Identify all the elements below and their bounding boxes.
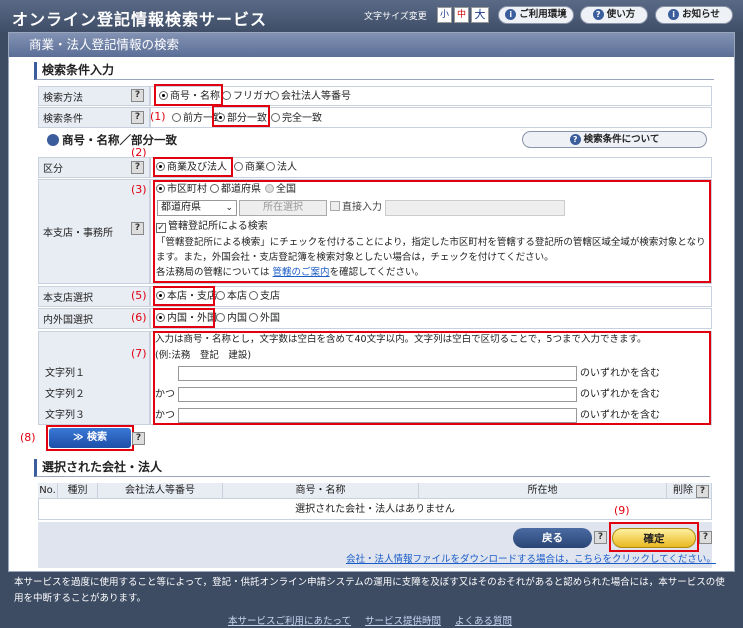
footer-link-hours[interactable]: サービス提供時間 — [365, 613, 441, 627]
info-icon: i — [668, 9, 680, 20]
delete-help-icon[interactable]: ? — [696, 485, 709, 498]
string-2-label: 文字列２ — [45, 389, 85, 400]
radio-icon — [216, 291, 225, 300]
marker-7: (7) — [131, 347, 147, 360]
kubun-option-commercial[interactable]: 商業 — [234, 161, 265, 174]
marker-6: (6) — [131, 311, 147, 324]
search-help-icon[interactable]: ? — [132, 432, 145, 445]
method-option-number[interactable]: 会社法人等番号 — [270, 90, 351, 103]
info-icon: i — [505, 9, 517, 20]
col-no: No. — [38, 483, 58, 499]
footer-link-faq[interactable]: よくある質問 — [455, 613, 512, 627]
footer-notice: 本サービスを過度に使用すること等によって，登記・供託オンライン申請システムの運用… — [14, 577, 725, 604]
method-help-icon[interactable]: ? — [131, 89, 144, 102]
radio-icon — [249, 291, 258, 300]
col-name: 商号・名称 — [223, 483, 419, 499]
method-option-kana[interactable]: フリガナ — [222, 90, 273, 103]
domestic-option-domestic[interactable]: 内国 — [216, 312, 247, 325]
office-help-icon[interactable]: ? — [131, 222, 144, 235]
radio-icon — [271, 113, 280, 122]
marker-5: (5) — [131, 289, 147, 302]
back-help-icon[interactable]: ? — [594, 531, 607, 544]
confirm-help-icon[interactable]: ? — [699, 531, 712, 544]
radio-icon — [172, 113, 181, 122]
kubun-help-icon[interactable]: ? — [131, 161, 144, 174]
col-number: 会社法人等番号 — [98, 483, 223, 499]
page-title: 商業・法人登記情報の検索 — [9, 33, 734, 57]
branch-option-branch[interactable]: 支店 — [249, 290, 280, 303]
download-link[interactable]: 会社・法人情報ファイルをダウンロードする場合は，こちらをクリックしてください。 — [346, 553, 716, 566]
font-size-label: 文字サイズ変更 — [364, 12, 427, 22]
marker-9: (9) — [614, 504, 630, 517]
search-conditions-heading: 検索条件入力 — [34, 62, 714, 80]
highlight-box — [153, 180, 711, 283]
condition-option-exact[interactable]: 完全一致 — [271, 112, 322, 125]
marker-8: (8) — [20, 431, 36, 444]
branch-option-head[interactable]: 本店 — [216, 290, 247, 303]
question-icon: ? — [592, 9, 604, 20]
highlight-box — [609, 522, 699, 552]
question-icon: ? — [569, 134, 581, 145]
marker-1: (1) — [150, 110, 166, 123]
col-type: 種別 — [58, 483, 98, 499]
highlight-box — [153, 331, 711, 425]
highlight-box — [154, 84, 223, 106]
radio-icon — [234, 162, 243, 171]
news-button[interactable]: i お知らせ — [655, 6, 733, 24]
radio-icon — [222, 91, 231, 100]
highlight-box — [46, 425, 134, 451]
kubun-option-corporate[interactable]: 法人 — [266, 161, 297, 174]
condition-help-icon[interactable]: ? — [131, 111, 144, 124]
domestic-option-foreign[interactable]: 外国 — [249, 312, 280, 325]
radio-icon — [249, 313, 258, 322]
highlight-box — [212, 105, 270, 127]
highlight-box — [153, 157, 233, 177]
font-size-small-button[interactable]: 小 — [437, 7, 452, 23]
empty-table-message: 選択された会社・法人はありません — [295, 504, 455, 515]
font-size-large-button[interactable]: 大 — [471, 7, 489, 23]
back-button[interactable]: 戻る — [513, 528, 592, 548]
highlight-box — [153, 286, 215, 306]
string-1-label: 文字列１ — [45, 368, 85, 379]
selected-heading: 選択された会社・法人 — [34, 459, 710, 477]
radio-icon — [216, 313, 225, 322]
match-heading: 商号・名称／部分一致 — [62, 133, 177, 147]
footer-link-terms[interactable]: 本サービスご利用にあたって — [228, 613, 351, 627]
environment-button[interactable]: i ご利用環境 — [498, 6, 574, 24]
radio-icon — [270, 91, 279, 100]
marker-3: (3) — [131, 183, 147, 196]
highlight-box — [153, 308, 215, 328]
font-size-medium-button[interactable]: 中 — [454, 7, 469, 23]
site-title: オンライン登記情報検索サービス — [12, 10, 268, 29]
radio-icon — [266, 162, 275, 171]
string-3-label: 文字列３ — [45, 410, 85, 421]
match-heading-icon — [47, 134, 59, 146]
col-address: 所在地 — [419, 483, 667, 499]
how-to-button[interactable]: ? 使い方 — [580, 6, 648, 24]
about-conditions-button[interactable]: ? 検索条件について — [522, 131, 707, 148]
